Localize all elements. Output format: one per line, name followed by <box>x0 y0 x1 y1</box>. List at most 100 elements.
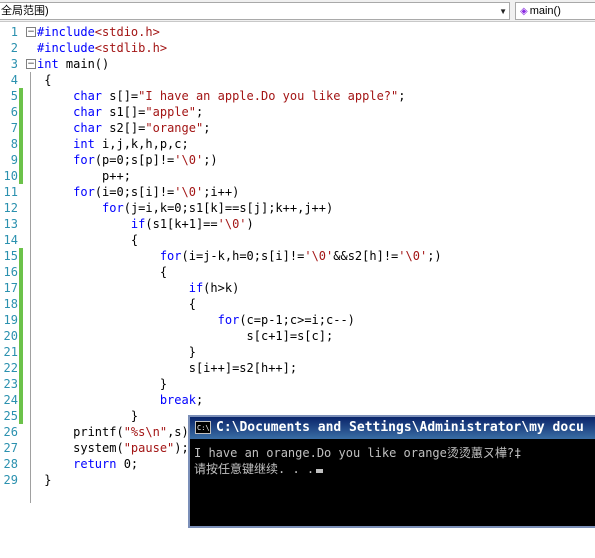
code-token: s2[]= <box>102 121 146 135</box>
line-number: 21 <box>3 345 18 359</box>
code-line[interactable]: char s[]="I have an apple.Do you like ap… <box>37 88 405 104</box>
scope-dropdown-value: 全局范围) <box>1 5 49 17</box>
keyword-token: if <box>130 217 146 231</box>
code-line[interactable]: if(s1[k+1]=='\0') <box>37 216 254 232</box>
code-line[interactable]: for(i=0;s[i]!='\0';i++) <box>37 184 239 200</box>
line-number: 26 <box>3 425 18 439</box>
console-output-line-2-wrap: 请按任意键继续. . . <box>194 461 324 477</box>
code-token: ; <box>203 121 211 135</box>
code-line[interactable]: break; <box>37 392 203 408</box>
line-number: 18 <box>3 297 18 311</box>
preprocessor-token: #include <box>37 25 95 39</box>
code-token: &&s2[h]!= <box>333 249 399 263</box>
keyword-token: char <box>73 89 103 103</box>
code-line[interactable]: return 0; <box>37 456 138 472</box>
code-token: } <box>37 409 139 423</box>
console-title-bar[interactable]: C:\ C:\Documents and Settings\Administra… <box>190 417 595 439</box>
code-line[interactable]: for(j=i,k=0;s1[k]==s[j];k++,j++) <box>37 200 333 216</box>
console-output-line-1: I have an orange.Do you like orange烫烫蕙ㄡ樺… <box>194 446 522 460</box>
code-token: (c=p-1;c>=i;c--) <box>239 313 355 327</box>
code-line[interactable]: s[c+1]=s[c]; <box>37 328 334 344</box>
keyword-token: for <box>102 201 124 215</box>
keyword-token: char <box>73 105 103 119</box>
code-line[interactable]: { <box>37 232 138 248</box>
code-line[interactable]: } <box>37 344 196 360</box>
code-line[interactable]: int i,j,k,h,p,c; <box>37 136 189 152</box>
change-marker <box>19 168 23 184</box>
console-icon: C:\ <box>195 421 211 434</box>
keyword-token: int <box>37 57 59 71</box>
code-line[interactable]: #include<stdlib.h> <box>37 40 167 56</box>
string-token: "orange" <box>145 121 204 135</box>
code-token: ) <box>246 217 254 231</box>
code-token: } <box>37 345 196 359</box>
code-token: p++; <box>37 169 131 183</box>
string-token: <stdio.h> <box>94 25 160 39</box>
code-line[interactable]: if(h>k) <box>37 280 240 296</box>
change-marker <box>19 408 23 424</box>
chevron-down-icon[interactable]: ▼ <box>499 4 507 20</box>
code-line[interactable]: #include<stdio.h> <box>37 24 160 40</box>
line-number: 1 <box>10 25 18 39</box>
line-number: 5 <box>10 89 18 103</box>
code-token: (h>k) <box>203 281 240 295</box>
code-line[interactable]: } <box>37 408 138 424</box>
code-line[interactable]: } <box>37 376 167 392</box>
line-number: 8 <box>10 137 18 151</box>
code-line[interactable]: { <box>37 264 167 280</box>
collapse-icon[interactable]: − <box>26 27 36 37</box>
code-token: { <box>37 297 196 311</box>
code-token: ); <box>174 441 189 455</box>
code-token: } <box>37 377 168 391</box>
code-token: (i=0;s[i]!= <box>94 185 175 199</box>
code-line[interactable]: { <box>37 296 196 312</box>
string-token: '\0' <box>398 249 428 263</box>
code-token: { <box>37 233 139 247</box>
string-token: <stdlib.h> <box>94 41 168 55</box>
function-dropdown[interactable]: ◈ main() <box>515 2 595 20</box>
code-line[interactable]: p++; <box>37 168 131 184</box>
code-line[interactable]: s[i++]=s2[h++]; <box>37 360 297 376</box>
code-line[interactable]: for(c=p-1;c>=i;c--) <box>37 312 355 328</box>
code-token: s1[]= <box>102 105 146 119</box>
code-line[interactable]: int main() <box>37 56 109 72</box>
console-output-line-2: 请按任意键继续. . . <box>194 462 315 476</box>
code-line[interactable]: system("pause"); <box>37 440 189 456</box>
line-number: 19 <box>3 313 18 327</box>
keyword-token: if <box>188 281 204 295</box>
string-token: "pause" <box>123 441 175 455</box>
line-number: 7 <box>10 121 18 135</box>
code-line[interactable]: for(p=0;s[p]!='\0';) <box>37 152 218 168</box>
keyword-token: for <box>73 185 95 199</box>
code-line[interactable]: for(i=j-k,h=0;s[i]!='\0'&&s2[h]!='\0';) <box>37 248 442 264</box>
code-line[interactable]: } <box>37 472 51 488</box>
line-number: 4 <box>10 73 18 87</box>
line-number: 29 <box>3 473 18 487</box>
line-number: 23 <box>3 377 18 391</box>
code-line[interactable]: { <box>37 72 51 88</box>
scope-dropdown[interactable]: 全局范围) ▼ <box>0 2 510 20</box>
change-marker <box>19 360 23 376</box>
navigation-bar: 全局范围) ▼ ◈ main() <box>0 0 595 22</box>
code-token: { <box>37 265 168 279</box>
line-number: 3 <box>10 57 18 71</box>
line-number: 10 <box>3 169 18 183</box>
console-window[interactable]: C:\ C:\Documents and Settings\Administra… <box>188 415 595 528</box>
string-token: '\0' <box>174 153 204 167</box>
change-marker <box>19 280 23 296</box>
collapse-icon[interactable]: − <box>26 59 36 69</box>
code-line[interactable]: char s2[]="orange"; <box>37 120 210 136</box>
code-line[interactable]: printf("%s\n",s); <box>37 424 196 440</box>
change-marker <box>19 248 23 264</box>
code-line[interactable]: char s1[]="apple"; <box>37 104 203 120</box>
change-marker <box>19 328 23 344</box>
